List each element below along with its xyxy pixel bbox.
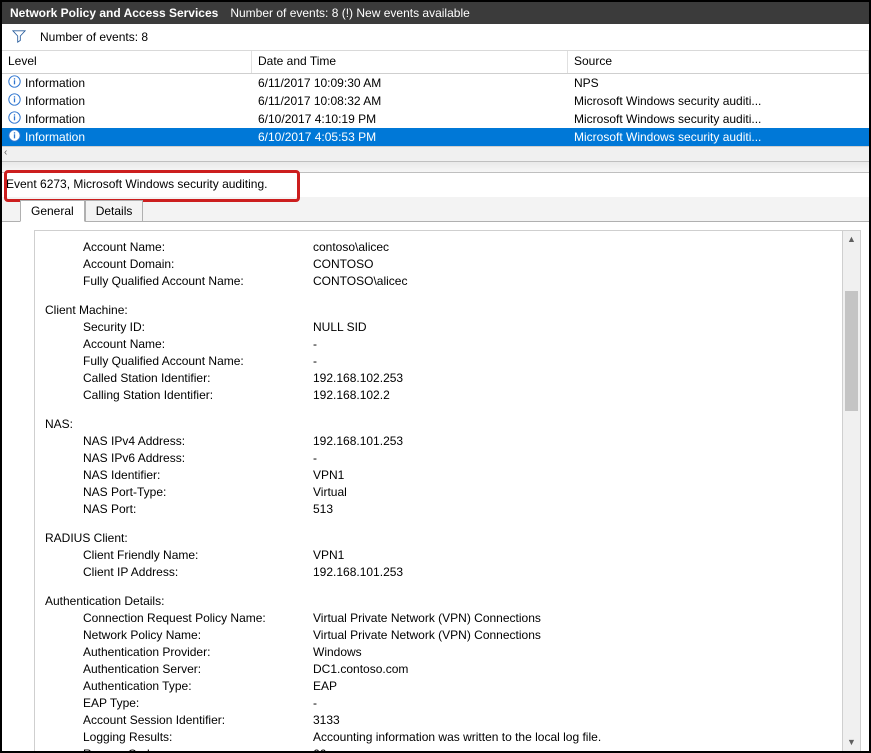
nas-ipv6-value: - xyxy=(313,450,317,467)
nas-port-type-label: NAS Port-Type: xyxy=(83,484,313,501)
events-status: Number of events: 8 (!) New events avail… xyxy=(230,6,469,20)
event-grid[interactable]: Information6/11/2017 10:09:30 AMNPSInfor… xyxy=(2,74,869,146)
security-id-value: NULL SID xyxy=(313,319,367,336)
auth-header: Authentication Details: xyxy=(45,593,832,610)
client-ip-value: 192.168.101.253 xyxy=(313,564,403,581)
auth-type-label: Authentication Type: xyxy=(83,678,313,695)
radius-header: RADIUS Client: xyxy=(45,530,832,547)
col-level[interactable]: Level xyxy=(2,51,252,73)
source-text: NPS xyxy=(568,76,869,90)
date-text: 6/11/2017 10:09:30 AM xyxy=(252,76,568,90)
filter-label: Number of events: 8 xyxy=(40,30,148,44)
account-name-value: contoso\alicec xyxy=(313,239,389,256)
tab-strip: General Details xyxy=(2,197,869,222)
npn-value: Virtual Private Network (VPN) Connection… xyxy=(313,627,541,644)
level-text: Information xyxy=(25,112,85,126)
nas-ident-value: VPN1 xyxy=(313,467,344,484)
eap-type-label: EAP Type: xyxy=(83,695,313,712)
account-domain-value: CONTOSO xyxy=(313,256,373,273)
security-id-label: Security ID: xyxy=(83,319,313,336)
source-text: Microsoft Windows security auditi... xyxy=(568,94,869,108)
fqan-label: Fully Qualified Account Name: xyxy=(83,273,313,290)
fqan-value: CONTOSO\alicec xyxy=(313,273,407,290)
auth-provider-value: Windows xyxy=(313,644,362,661)
scroll-thumb[interactable] xyxy=(845,291,858,411)
date-text: 6/11/2017 10:08:32 AM xyxy=(252,94,568,108)
crpn-label: Connection Request Policy Name: xyxy=(83,610,313,627)
nas-ident-label: NAS Identifier: xyxy=(83,467,313,484)
logging-label: Logging Results: xyxy=(83,729,313,746)
nas-header: NAS: xyxy=(45,416,832,433)
source-text: Microsoft Windows security auditi... xyxy=(568,130,869,144)
app-title: Network Policy and Access Services xyxy=(10,6,218,20)
date-text: 6/10/2017 4:10:19 PM xyxy=(252,112,568,126)
table-row[interactable]: Information 6/11/2017 10:08:32 AMMicrosof… xyxy=(2,92,869,110)
table-row[interactable]: Information 6/10/2017 4:10:19 PMMicrosoft… xyxy=(2,110,869,128)
nas-ipv6-label: NAS IPv6 Address: xyxy=(83,450,313,467)
client-ip-label: Client IP Address: xyxy=(83,564,313,581)
crpn-value: Virtual Private Network (VPN) Connection… xyxy=(313,610,541,627)
nas-ipv4-value: 192.168.101.253 xyxy=(313,433,403,450)
information-icon xyxy=(8,75,21,91)
client-machine-header: Client Machine: xyxy=(45,302,832,319)
scroll-up-icon[interactable]: ▲ xyxy=(843,231,860,248)
auth-type-value: EAP xyxy=(313,678,337,695)
table-row[interactable]: Information 6/11/2017 10:09:30 AMNPS xyxy=(2,74,869,92)
tab-details[interactable]: Details xyxy=(85,200,144,221)
scroll-down-icon[interactable]: ▼ xyxy=(843,734,860,751)
nas-port-label: NAS Port: xyxy=(83,501,313,518)
splitter[interactable] xyxy=(2,161,869,173)
col-date[interactable]: Date and Time xyxy=(252,51,568,73)
filter-bar: Number of events: 8 xyxy=(2,24,869,51)
grid-header: Level Date and Time Source xyxy=(2,51,869,74)
reason-code-value: 66 xyxy=(313,746,326,751)
calling-station-label: Calling Station Identifier: xyxy=(83,387,313,404)
client-friendly-label: Client Friendly Name: xyxy=(83,547,313,564)
eap-type-value: - xyxy=(313,695,317,712)
called-station-label: Called Station Identifier: xyxy=(83,370,313,387)
nas-port-value: 513 xyxy=(313,501,333,518)
details-panel[interactable]: Account Name:contoso\alicec Account Doma… xyxy=(34,230,843,751)
tab-general[interactable]: General xyxy=(20,200,85,222)
auth-server-value: DC1.contoso.com xyxy=(313,661,408,678)
cm-account-name-label: Account Name: xyxy=(83,336,313,353)
npn-label: Network Policy Name: xyxy=(83,627,313,644)
level-text: Information xyxy=(25,94,85,108)
level-text: Information xyxy=(25,130,85,144)
logging-value: Accounting information was written to th… xyxy=(313,729,601,746)
horizontal-scrollbar[interactable]: ‹ xyxy=(2,146,869,161)
table-row[interactable]: Information 6/10/2017 4:05:53 PMMicrosoft… xyxy=(2,128,869,146)
calling-station-value: 192.168.102.2 xyxy=(313,387,390,404)
title-bar: Network Policy and Access Services Numbe… xyxy=(2,2,869,24)
session-id-label: Account Session Identifier: xyxy=(83,712,313,729)
information-icon xyxy=(8,111,21,127)
account-domain-label: Account Domain: xyxy=(83,256,313,273)
event-viewer-window: Network Policy and Access Services Numbe… xyxy=(0,0,871,753)
called-station-value: 192.168.102.253 xyxy=(313,370,403,387)
account-name-label: Account Name: xyxy=(83,239,313,256)
information-icon xyxy=(8,129,21,145)
auth-server-label: Authentication Server: xyxy=(83,661,313,678)
cm-fqan-label: Fully Qualified Account Name: xyxy=(83,353,313,370)
information-icon xyxy=(8,93,21,109)
nas-port-type-value: Virtual xyxy=(313,484,347,501)
auth-provider-label: Authentication Provider: xyxy=(83,644,313,661)
date-text: 6/10/2017 4:05:53 PM xyxy=(252,130,568,144)
level-text: Information xyxy=(25,76,85,90)
nas-ipv4-label: NAS IPv4 Address: xyxy=(83,433,313,450)
reason-code-label: Reason Code: xyxy=(83,746,313,751)
col-source[interactable]: Source xyxy=(568,51,869,73)
event-title-bar: Event 6273, Microsoft Windows security a… xyxy=(2,173,869,197)
client-friendly-value: VPN1 xyxy=(313,547,344,564)
cm-fqan-value: - xyxy=(313,353,317,370)
source-text: Microsoft Windows security auditi... xyxy=(568,112,869,126)
filter-icon[interactable] xyxy=(12,29,26,46)
details-container: Account Name:contoso\alicec Account Doma… xyxy=(2,222,869,751)
event-title-text: Event 6273, Microsoft Windows security a… xyxy=(6,177,267,191)
session-id-value: 3133 xyxy=(313,712,340,729)
cm-account-name-value: - xyxy=(313,336,317,353)
vertical-scrollbar[interactable]: ▲ ▼ xyxy=(843,230,861,751)
